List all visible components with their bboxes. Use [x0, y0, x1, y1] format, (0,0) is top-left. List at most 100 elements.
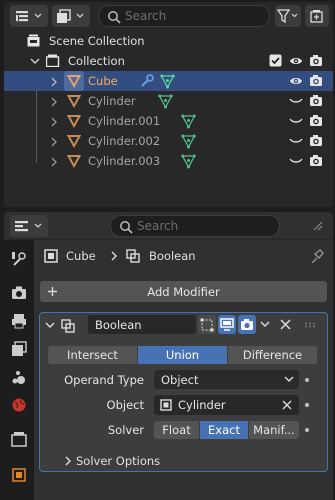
properties-editor-icon [15, 221, 42, 232]
operation-union-button[interactable]: Union [138, 346, 227, 364]
view-layer-icon [12, 341, 27, 356]
clear-icon[interactable] [282, 400, 292, 410]
collapse-arrow-icon[interactable] [30, 56, 40, 66]
chevron-down-icon [284, 376, 294, 382]
outliner-row-cylinder-001[interactable]: Cylinder.001 [4, 111, 333, 131]
mesh-data-icon[interactable] [181, 114, 196, 129]
outliner-row-cube[interactable]: Cube [4, 71, 333, 91]
solver-option-label: Exact [208, 423, 240, 437]
properties-editor-type-button[interactable] [10, 215, 48, 237]
edit-mode-toggle[interactable] [198, 315, 216, 334]
expand-arrow-icon[interactable] [50, 117, 58, 127]
object-label: Object [106, 398, 144, 412]
solver-exact-button[interactable]: Exact [200, 421, 248, 439]
mesh-object-icon [67, 155, 81, 168]
object-icon [12, 468, 26, 482]
visibility-eye-icon[interactable] [289, 75, 303, 87]
render-toggle[interactable] [238, 315, 256, 334]
outliner-row-cylinder[interactable]: Cylinder [4, 91, 333, 111]
solver-options-subpanel[interactable]: Solver Options [40, 448, 327, 472]
tab-render[interactable] [4, 280, 34, 306]
exclude-checkbox-icon[interactable] [269, 54, 282, 67]
outliner-search-placeholder: Search [125, 9, 167, 23]
display-mode-button[interactable] [52, 5, 90, 27]
render-camera-icon[interactable] [309, 134, 323, 147]
modifier-name-field[interactable]: Boolean [88, 315, 196, 334]
pin-icon[interactable] [310, 249, 324, 263]
add-modifier-button[interactable]: Add Modifier [40, 281, 327, 302]
outliner-item-name: Cylinder.002 [88, 134, 161, 148]
outliner-item-name: Cube [88, 74, 118, 88]
object-picker-field[interactable]: Cylinder [154, 395, 299, 415]
close-icon[interactable] [280, 319, 291, 330]
outliner-row-cylinder-003[interactable]: Cylinder.003 [4, 151, 333, 171]
drag-handle-icon[interactable] [304, 322, 318, 328]
outliner-item-name: Cylinder [88, 94, 136, 108]
outliner-row-cylinder-002[interactable]: Cylinder.002 [4, 131, 333, 151]
properties-search-input[interactable]: Search [110, 215, 280, 237]
editor-type-button[interactable] [10, 5, 48, 27]
options-grip-icon[interactable] [310, 218, 324, 232]
mesh-data-icon[interactable] [181, 154, 196, 169]
modifier-wrench-icon[interactable] [140, 74, 154, 88]
tab-object[interactable] [4, 462, 34, 488]
breadcrumb-modifier: Boolean [149, 249, 196, 263]
solver-float-button[interactable]: Float [154, 421, 199, 439]
expand-arrow-icon[interactable] [50, 157, 58, 167]
render-camera-icon[interactable] [309, 154, 323, 167]
collection-icon [46, 54, 60, 67]
operation-label: Intersect [67, 348, 118, 362]
animate-property-dot[interactable] [305, 403, 309, 407]
hidden-eye-icon[interactable] [289, 137, 303, 145]
solver-manifold-button[interactable]: Manif... [249, 421, 299, 439]
hidden-eye-icon[interactable] [289, 157, 303, 165]
render-camera-icon[interactable] [309, 114, 323, 127]
expand-arrow-icon[interactable] [50, 137, 58, 147]
filter-button[interactable] [275, 5, 301, 27]
mesh-data-icon[interactable] [158, 94, 173, 109]
tab-world[interactable] [4, 392, 34, 418]
tab-output[interactable] [4, 308, 34, 334]
hidden-eye-icon[interactable] [289, 117, 303, 125]
operand-type-dropdown[interactable]: Object [154, 370, 299, 389]
world-icon [12, 398, 26, 412]
expand-arrow-icon[interactable] [50, 77, 58, 87]
operation-label: Union [165, 348, 200, 362]
hidden-eye-icon[interactable] [289, 97, 303, 105]
panel-collapse-icon[interactable] [45, 322, 55, 330]
object-icon-active [64, 71, 84, 91]
operation-label: Difference [242, 348, 303, 362]
scene-icon [12, 371, 25, 384]
tab-view-layer[interactable] [4, 336, 34, 362]
mesh-data-icon[interactable] [160, 74, 175, 89]
operation-intersect-button[interactable]: Intersect [48, 346, 137, 364]
outliner-search-input[interactable]: Search [98, 5, 270, 27]
animate-property-dot[interactable] [305, 378, 309, 382]
expand-arrow-icon[interactable] [50, 97, 58, 107]
tab-tool[interactable] [4, 246, 34, 272]
outliner-panel: Search Scene Collection Collection Cube [4, 2, 333, 207]
tab-scene[interactable] [4, 364, 34, 390]
realtime-display-toggle[interactable] [218, 315, 236, 334]
render-camera-icon[interactable] [309, 94, 323, 107]
tool-icon [12, 252, 26, 266]
scene-collection-row[interactable]: Scene Collection [4, 31, 333, 51]
object-breadcrumb-icon [44, 249, 58, 263]
scene-collection-label: Scene Collection [49, 34, 145, 48]
operand-type-label: Operand Type [64, 373, 144, 387]
collection-row[interactable]: Collection [4, 51, 333, 71]
object-value: Cylinder [178, 398, 226, 412]
animate-property-dot[interactable] [305, 428, 309, 432]
boolean-modifier-panel: Boolean Intersect Union Difference Opera… [39, 312, 328, 472]
render-camera-icon[interactable] [309, 74, 323, 87]
operation-difference-button[interactable]: Difference [228, 346, 317, 364]
modifier-menu-chevron-icon[interactable] [260, 321, 270, 329]
visibility-eye-icon[interactable] [289, 55, 303, 67]
properties-panel: Search Cube Boolean Add Modifier Boolean [4, 212, 333, 500]
properties-search-placeholder: Search [137, 219, 179, 233]
tab-collection[interactable] [4, 426, 34, 452]
new-collection-button[interactable] [305, 5, 329, 27]
output-printer-icon [12, 314, 26, 329]
render-camera-icon[interactable] [309, 54, 323, 67]
mesh-data-icon[interactable] [181, 134, 196, 149]
